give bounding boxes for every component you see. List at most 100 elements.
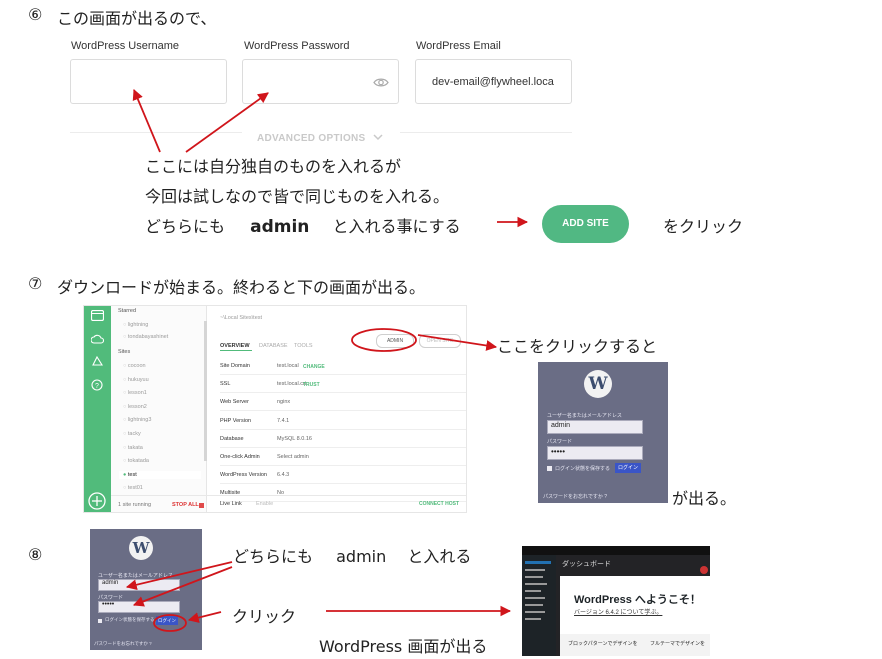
menu-item[interactable] xyxy=(525,590,541,592)
row-divider xyxy=(220,392,466,394)
note-line3: どちらにも admin と入れる事にする xyxy=(145,213,461,237)
sidebar-item-starred[interactable]: ○ tondabayashinet xyxy=(123,334,168,340)
block-pattern-text: ブロックパターンでデザインを xyxy=(568,641,638,647)
username-input[interactable] xyxy=(70,59,227,104)
sidebar-item-site[interactable]: ○ lightning3 xyxy=(119,416,201,424)
menu-item[interactable] xyxy=(525,618,541,620)
menu-item[interactable] xyxy=(525,583,547,585)
sidebar-item-site[interactable]: ○ tacky xyxy=(119,430,201,438)
close-icon[interactable] xyxy=(700,566,708,574)
tab-overview[interactable]: OVERVIEW xyxy=(220,343,250,349)
sidebar-item-site[interactable]: ○ tokatada xyxy=(119,457,201,465)
login-user-label: ユーザー名またはメールアドレス xyxy=(98,573,173,579)
full-theme-text: フルテーマでデザインを xyxy=(650,641,706,647)
login-user-value: admin xyxy=(551,422,571,429)
detail-row-value: MySQL 8.0.16 xyxy=(277,435,312,442)
row-divider xyxy=(220,446,466,448)
step7-number: ⑦ xyxy=(28,274,43,293)
sidebar-item-site[interactable]: ○ cocoon xyxy=(119,362,201,370)
footer-divider xyxy=(111,495,206,496)
add-site-button[interactable]: ADD SITE xyxy=(542,205,629,243)
lost-password-link[interactable]: パスワードをお忘れですか ? xyxy=(543,493,607,500)
step8-note-admin: admin xyxy=(336,547,387,566)
detail-row-value: 6.4.3 xyxy=(277,472,290,479)
sites-label: Sites xyxy=(118,349,131,355)
sidebar-item-site[interactable]: ○ takata xyxy=(119,444,201,452)
login-pass-input[interactable]: ••••• xyxy=(98,601,180,613)
menu-item[interactable] xyxy=(525,569,545,571)
addons-icon[interactable] xyxy=(91,356,104,367)
sidebar-item-site[interactable]: ○ hukuyuu xyxy=(119,376,201,384)
welcome-sub[interactable]: バージョン 6.4.2 について学ぶ。 xyxy=(574,607,662,616)
cloud-icon[interactable] xyxy=(91,333,104,344)
local-app-screenshot: ? Starred ○ lightning ○ tondabayashinet S… xyxy=(83,305,467,513)
site-path: ~\Local Sites\test xyxy=(220,315,263,321)
menu-item[interactable] xyxy=(525,576,543,578)
tab-database[interactable]: DATABASE xyxy=(259,343,288,349)
help-icon[interactable]: ? xyxy=(91,379,103,391)
stop-all-button[interactable]: STOP ALL xyxy=(172,502,199,508)
step8-note: どちらにも admin と入れる xyxy=(233,543,471,567)
remember-checkbox[interactable] xyxy=(547,466,552,471)
sidebar-item-label: tondabayashinet xyxy=(127,334,169,340)
sites-icon[interactable] xyxy=(91,310,104,321)
sidebar-item-selected[interactable]: ● test xyxy=(119,470,201,479)
admin-sidebar xyxy=(522,555,556,656)
sidebar-item-label: takata xyxy=(127,444,143,451)
email-input[interactable]: dev-email@flywheel.loca xyxy=(415,59,572,104)
login-user-input[interactable]: admin xyxy=(98,579,180,591)
login-user-value: admin xyxy=(102,580,119,586)
lost-password-link[interactable]: パスワードをお忘れですか ? xyxy=(94,641,152,647)
detail-row-action[interactable]: CHANGE xyxy=(303,364,325,370)
note-line1: ここには自分独自のものを入れるが xyxy=(145,157,402,176)
row-divider xyxy=(220,410,466,412)
step8-note-a: どちらにも xyxy=(233,547,314,566)
login-button[interactable]: ログイン xyxy=(156,616,178,625)
detail-row-action[interactable]: TRUST xyxy=(303,382,320,388)
sidebar-item-site[interactable]: ○ lesson1 xyxy=(119,389,201,397)
detail-row-value: Select admin xyxy=(277,454,309,460)
sidebar-item-site[interactable]: ○ test01 xyxy=(119,484,201,492)
detail-row-value: 7.4.1 xyxy=(277,417,290,424)
sidebar-item-site[interactable]: ○ lesson2 xyxy=(119,403,201,411)
connect-host-button[interactable]: CONNECT HOST xyxy=(419,501,459,507)
detail-row-label: WordPress Version xyxy=(220,472,267,479)
row-divider xyxy=(220,428,466,430)
menu-item[interactable] xyxy=(525,611,545,613)
step8-result: WordPress 画面が出る xyxy=(319,637,488,656)
welcome-panel: WordPress へようこそ！ バージョン 6.4.2 について学ぶ。 xyxy=(560,576,710,634)
row-divider xyxy=(220,465,466,466)
sidebar-item-starred[interactable]: ○ lightning xyxy=(123,322,148,328)
remember-label: ログイン状態を保存する xyxy=(105,617,155,622)
row-divider xyxy=(220,374,466,375)
tab-tools[interactable]: TOOLS xyxy=(294,343,313,349)
sidebar-item-label: lesson2 xyxy=(127,403,147,410)
menu-active[interactable] xyxy=(525,561,551,564)
admin-button[interactable]: ADMIN xyxy=(376,334,414,348)
appears-note: が出る。 xyxy=(672,489,737,508)
live-link-enable[interactable]: Enable xyxy=(256,501,273,507)
login-button[interactable]: ログイン xyxy=(615,463,641,473)
add-site-plus-icon[interactable] xyxy=(88,492,106,510)
login-pass-value: ••••• xyxy=(102,601,115,608)
eye-icon[interactable] xyxy=(373,77,389,88)
menu-item[interactable] xyxy=(525,597,545,599)
wordpress-logo-icon: W xyxy=(129,536,153,560)
login-pass-label: パスワード xyxy=(547,439,573,445)
remember-checkbox[interactable] xyxy=(98,619,102,623)
note-line3-c: と入れる事にする xyxy=(332,217,461,236)
login-pass-input[interactable]: ••••• xyxy=(547,446,643,460)
note-line3-admin: admin xyxy=(250,217,310,237)
dashboard-title: ダッシュボード xyxy=(562,561,611,568)
open-site-button[interactable]: OPEN SITE xyxy=(419,334,461,348)
step8-note-c: と入れる xyxy=(407,547,472,566)
live-link-label: Live Link xyxy=(220,501,242,507)
admin-button-label: ADMIN xyxy=(386,338,404,344)
sidebar-item-label: test01 xyxy=(127,485,143,492)
advanced-options-toggle[interactable]: ADVANCED OPTIONS xyxy=(257,126,383,145)
menu-item[interactable] xyxy=(525,604,543,606)
sidebar-item-label: tokatada xyxy=(127,458,149,465)
login-user-input[interactable]: admin xyxy=(547,420,643,434)
detail-row-label: SSL xyxy=(220,381,231,388)
password-input[interactable] xyxy=(242,59,399,104)
